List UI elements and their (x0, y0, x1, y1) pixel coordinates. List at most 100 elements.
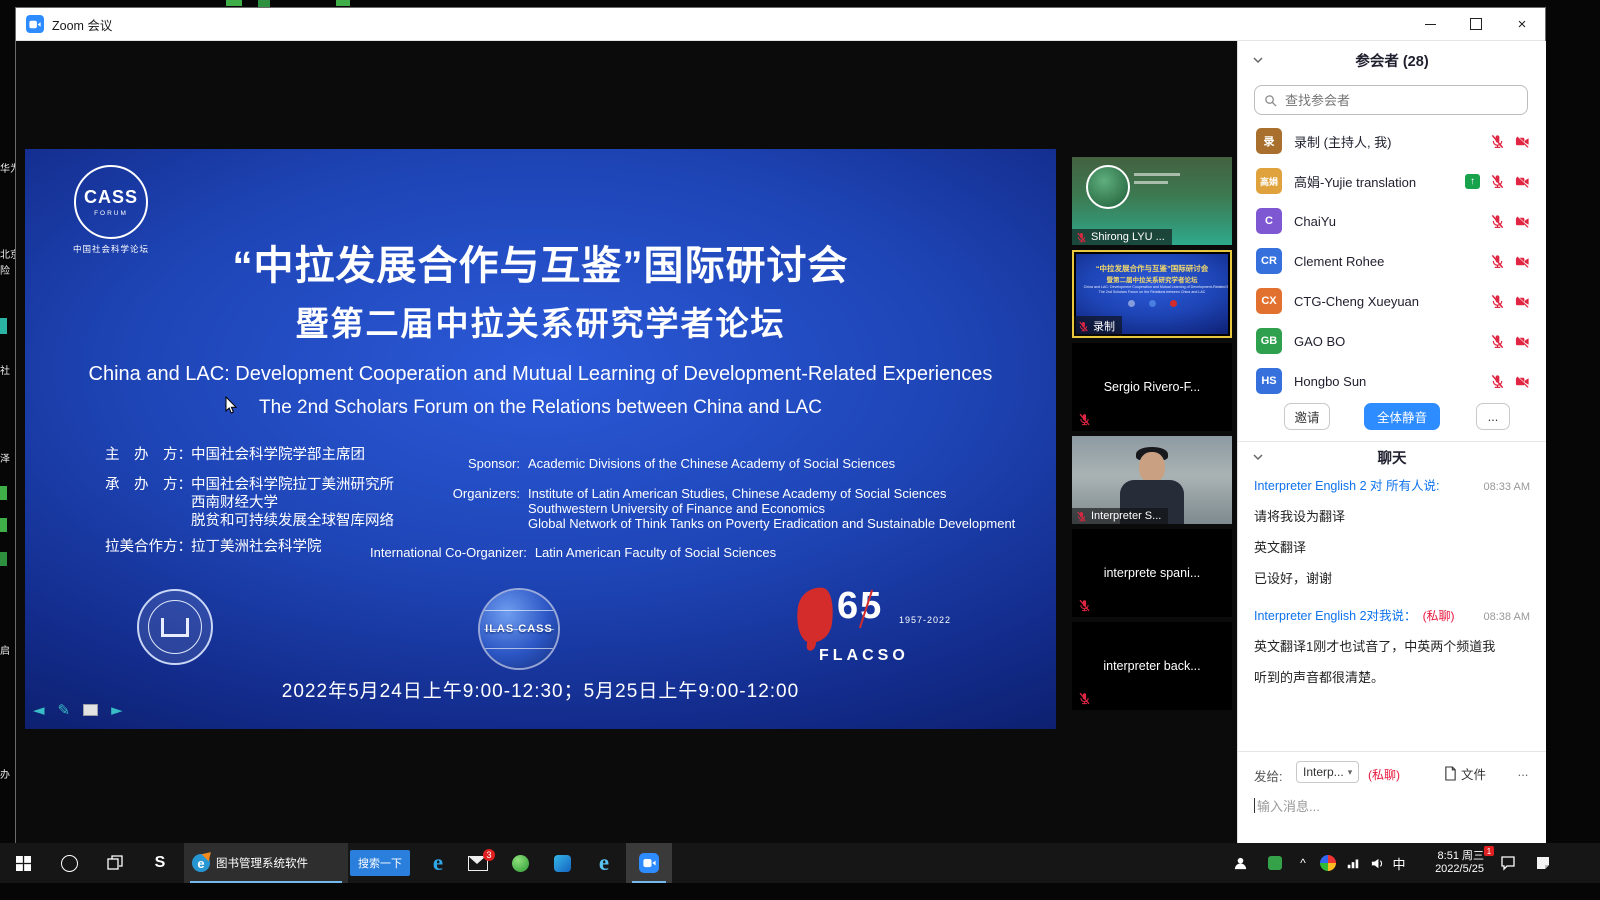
mail-badge: 3 (483, 849, 495, 861)
task-view-button[interactable] (92, 843, 138, 883)
zoom-camera-icon (639, 853, 659, 873)
people-tray-button[interactable] (1222, 843, 1258, 883)
mic-off-icon[interactable] (1490, 214, 1505, 229)
avatar: HS (1256, 368, 1282, 394)
mic-off-icon[interactable] (1490, 134, 1505, 149)
window-title: Zoom 会议 (52, 15, 1407, 34)
minimize-button[interactable] (1407, 8, 1453, 40)
windows-logo-icon (16, 856, 31, 871)
web-search-button[interactable]: 搜索一下 (350, 850, 410, 876)
teal-app-button[interactable] (542, 843, 582, 883)
host-text: 脱贫和可持续发展全球智库网络 (191, 513, 394, 530)
desktop-icon-label: 办 (0, 766, 15, 781)
camera-off-icon[interactable] (1515, 334, 1530, 349)
recipient-dropdown[interactable]: Interp... ▾ (1296, 761, 1359, 783)
avatar: C (1256, 208, 1282, 234)
mic-off-icon (1076, 232, 1087, 243)
network-button[interactable] (1340, 843, 1366, 883)
chat-message-text: 英文翻译 (1254, 537, 1530, 556)
search-input[interactable] (1283, 92, 1527, 109)
invite-button[interactable]: 邀请 (1284, 403, 1330, 430)
participant-row[interactable]: 录 录制 (主持人, 我) (1238, 121, 1546, 161)
thumb-en-1: China and LAC: Development Cooperation a… (1084, 284, 1221, 289)
flacso-logo: 65 1957-2022 FLACSO (797, 585, 967, 675)
chevron-up-icon: ^ (1300, 856, 1306, 870)
sticky-notes-button[interactable] (1526, 843, 1560, 883)
participant-row[interactable]: HS Hongbo Sun (1238, 361, 1546, 401)
participant-video-name: interpreter back... (1072, 622, 1232, 710)
camera-off-icon[interactable] (1515, 134, 1530, 149)
participant-row[interactable]: CX CTG-Cheng Xueyuan (1238, 281, 1546, 321)
maximize-button[interactable] (1453, 8, 1499, 40)
participants-more-button[interactable]: ... (1476, 403, 1510, 430)
ie-browser-button[interactable]: e (584, 843, 624, 883)
participant-name: Hongbo Sun (1294, 361, 1366, 401)
chat-input[interactable]: 输入消息... (1254, 796, 1320, 815)
video-tile-shirong[interactable]: Shirong LYU ... (1072, 157, 1232, 245)
video-tile-recording[interactable]: “中拉发展合作与互鉴”国际研讨会 暨第二届中拉关系研究学者论坛 China an… (1072, 250, 1232, 338)
camera-off-icon[interactable] (1515, 254, 1530, 269)
video-tile-spanish[interactable]: interprete spani... (1072, 529, 1232, 617)
video-tile-sergio[interactable]: Sergio Rivero-F... (1072, 343, 1232, 431)
participant-video-name: Sergio Rivero-F... (1072, 343, 1232, 431)
mic-off-icon[interactable] (1490, 174, 1505, 189)
sponsors-block: Sponsor:Academic Divisions of the Chines… (370, 449, 1050, 560)
browser-360-button[interactable] (500, 843, 540, 883)
mic-off-icon[interactable] (1490, 374, 1505, 389)
participant-row[interactable]: CR Clement Rohee (1238, 241, 1546, 281)
camera-off-icon[interactable] (1515, 174, 1530, 189)
slide-title-en-1: China and LAC: Development Cooperation a… (25, 363, 1056, 386)
participant-row[interactable]: C ChaiYu (1238, 201, 1546, 241)
sponsor-text: Southwestern University of Finance and E… (528, 501, 825, 516)
zoom-taskbar-button[interactable] (626, 843, 672, 883)
edge-browser-button[interactable]: e (418, 843, 458, 883)
close-icon: × (1518, 17, 1527, 32)
cass-logo-subtitle: FORUM (94, 210, 128, 217)
chat-time: 08:33 AM (1484, 481, 1530, 493)
action-center-button[interactable] (1490, 843, 1526, 883)
clock[interactable]: 8:51 周三 1 2022/5/25 (1408, 843, 1488, 883)
file-button[interactable]: 文件 (1444, 764, 1486, 783)
participant-row[interactable]: 高娟 高娟-Yujie translation ↑ (1238, 161, 1546, 201)
hidden-icons-button[interactable]: ^ (1290, 843, 1316, 883)
search-icon (1264, 94, 1277, 107)
video-tile-backup[interactable]: interpreter back... (1072, 622, 1232, 710)
chat-messages: Interpreter English 2 对 所有人说: 08:33 AM 请… (1254, 475, 1530, 686)
camera-off-icon[interactable] (1515, 294, 1530, 309)
swufe-logo (137, 589, 213, 665)
avatar: 录 (1256, 128, 1282, 154)
mic-off-icon[interactable] (1490, 294, 1505, 309)
desktop-icon-label: 华为 (0, 160, 15, 175)
mail-app-button[interactable]: 3 (458, 843, 498, 883)
desktop-icon-fragment (226, 0, 242, 6)
mic-off-icon[interactable] (1490, 254, 1505, 269)
mic-off-icon[interactable] (1490, 334, 1505, 349)
ime-indicator[interactable]: 中 (1388, 843, 1410, 883)
desktop-icon-label: 泽 (0, 450, 15, 465)
camera-off-icon[interactable] (1515, 374, 1530, 389)
camera-off-icon[interactable] (1515, 214, 1530, 229)
volume-button[interactable] (1364, 843, 1390, 883)
compose-more-button[interactable]: ... (1510, 760, 1536, 782)
redo-arrow-icon[interactable]: ► (111, 701, 123, 719)
undo-arrow-icon[interactable]: ◄ (33, 701, 45, 719)
sogou-input-button[interactable]: S (138, 843, 182, 883)
cortana-button[interactable] (46, 843, 92, 883)
mute-all-button[interactable]: 全体静音 (1364, 403, 1440, 430)
participant-search[interactable] (1254, 85, 1528, 115)
participant-name: GAO BO (1294, 321, 1345, 361)
chat-time: 08:38 AM (1484, 611, 1530, 623)
close-button[interactable]: × (1499, 8, 1545, 40)
video-tile-interpreter[interactable]: Interpreter S... (1072, 436, 1232, 524)
tray-app-button[interactable] (1260, 843, 1290, 883)
browser-tray-button[interactable] (1314, 843, 1342, 883)
ilas-label: ILAS CASS (485, 623, 553, 635)
start-button[interactable] (0, 843, 46, 883)
slide-title-en-2: The 2nd Scholars Forum on the Relations … (25, 397, 1056, 419)
desktop-icon-fragment (0, 486, 7, 500)
shape-rect-icon[interactable] (83, 704, 98, 716)
pen-icon[interactable]: ✎ (58, 701, 71, 719)
participant-row[interactable]: GB GAO BO (1238, 321, 1546, 361)
annotation-toolbar: ◄ ✎ ► (33, 701, 123, 719)
library-system-app-button[interactable]: e 图书管理系统软件 (184, 843, 348, 883)
